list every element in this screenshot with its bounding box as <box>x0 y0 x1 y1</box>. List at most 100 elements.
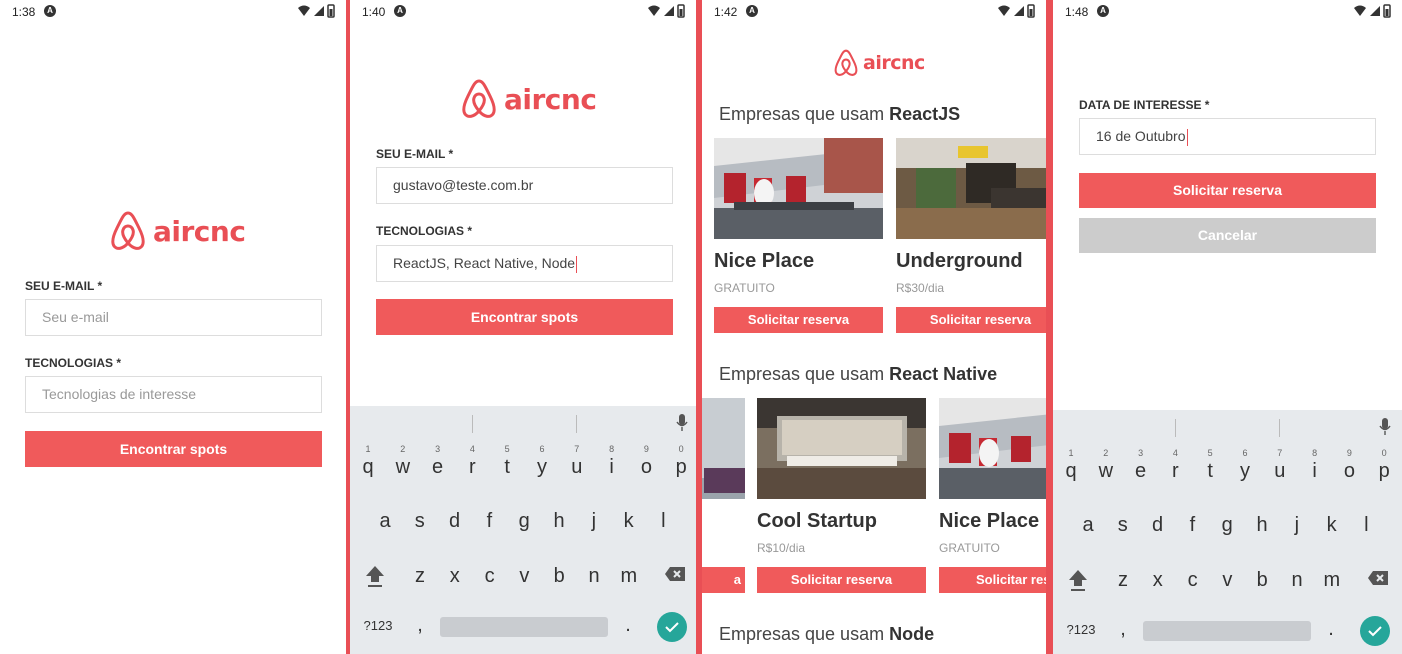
key-d[interactable]: d <box>443 510 467 533</box>
spot-thumbnail <box>896 138 1046 239</box>
key-p[interactable]: p0 <box>1372 448 1396 483</box>
comma-key[interactable]: , <box>1111 618 1135 641</box>
key-r[interactable]: r4 <box>460 444 484 479</box>
key-n[interactable]: n <box>1285 569 1309 592</box>
key-a[interactable]: a <box>373 510 397 533</box>
email-field[interactable]: Seu e-mail <box>25 299 322 336</box>
key-label: v <box>1222 569 1233 591</box>
key-a[interactable]: a <box>1076 514 1100 537</box>
key-e[interactable]: e3 <box>1129 448 1153 483</box>
key-n[interactable]: n <box>582 565 606 588</box>
backspace-icon[interactable] <box>1367 570 1389 586</box>
key-c[interactable]: c <box>1181 569 1205 592</box>
spot-card: Underground R$30/dia Solicitar reserva <box>896 138 1046 333</box>
app-notification-icon: A <box>746 5 758 17</box>
key-x[interactable]: x <box>1146 569 1170 592</box>
period-key[interactable]: . <box>616 614 640 637</box>
key-q[interactable]: q1 <box>1059 448 1083 483</box>
key-l[interactable]: l <box>1354 514 1378 537</box>
key-label: f <box>486 510 493 532</box>
key-label: e <box>1135 460 1147 482</box>
microphone-icon[interactable] <box>676 414 688 432</box>
shift-icon[interactable] <box>364 564 386 588</box>
key-k[interactable]: k <box>617 510 641 533</box>
tech-field[interactable]: Tecnologias de interesse <box>25 376 322 413</box>
shift-icon[interactable] <box>1067 568 1089 592</box>
key-x[interactable]: x <box>443 565 467 588</box>
screen-login-empty: 1:38 A aircnc SEU E-MAIL * Seu e-mail TE… <box>0 0 346 654</box>
key-hint: 0 <box>1381 448 1387 458</box>
microphone-icon[interactable] <box>1379 418 1391 436</box>
email-field[interactable]: gustavo@teste.com.br <box>376 167 673 204</box>
key-o[interactable]: o9 <box>1337 448 1361 483</box>
key-q[interactable]: q1 <box>356 444 380 479</box>
key-f[interactable]: f <box>477 510 501 533</box>
key-s[interactable]: s <box>408 510 432 533</box>
key-t[interactable]: t5 <box>495 444 519 479</box>
symbols-key[interactable]: ?123 <box>1065 622 1097 637</box>
key-u[interactable]: u7 <box>1268 448 1292 483</box>
request-booking-button[interactable]: Solicitar res <box>939 567 1046 593</box>
spot-thumbnail <box>939 398 1046 499</box>
spot-thumbnail <box>714 138 883 239</box>
key-p[interactable]: p0 <box>669 444 693 479</box>
key-i[interactable]: i8 <box>600 444 624 479</box>
key-s[interactable]: s <box>1111 514 1135 537</box>
cancel-button[interactable]: Cancelar <box>1079 218 1376 253</box>
section-title-reactjs: Empresas que usam ReactJS <box>719 104 960 125</box>
key-w[interactable]: w2 <box>1094 448 1118 483</box>
key-z[interactable]: z <box>408 565 432 588</box>
key-v[interactable]: v <box>1215 569 1239 592</box>
key-v[interactable]: v <box>512 565 536 588</box>
key-m[interactable]: m <box>1320 569 1344 592</box>
key-j[interactable]: j <box>1285 514 1309 537</box>
symbols-key[interactable]: ?123 <box>362 618 394 633</box>
space-bar[interactable] <box>1143 621 1311 641</box>
key-label: r <box>469 456 476 478</box>
key-b[interactable]: b <box>547 565 571 588</box>
status-time: 1:48 <box>1065 5 1089 19</box>
key-g[interactable]: g <box>1215 514 1239 537</box>
key-f[interactable]: f <box>1180 514 1204 537</box>
request-booking-button[interactable]: Solicitar reserva <box>1079 173 1376 208</box>
key-w[interactable]: w2 <box>391 444 415 479</box>
key-label: f <box>1189 514 1196 536</box>
email-label: SEU E-MAIL * <box>25 279 103 293</box>
date-field-value: 16 de Outubro <box>1096 128 1186 144</box>
key-r[interactable]: r4 <box>1163 448 1187 483</box>
key-c[interactable]: c <box>478 565 502 588</box>
key-e[interactable]: e3 <box>426 444 450 479</box>
find-spots-button[interactable]: Encontrar spots <box>25 431 322 467</box>
period-key[interactable]: . <box>1319 618 1343 641</box>
key-y[interactable]: y6 <box>530 444 554 479</box>
backspace-icon[interactable] <box>664 566 686 582</box>
key-label: h <box>553 510 565 532</box>
key-o[interactable]: o9 <box>634 444 658 479</box>
request-booking-button[interactable]: Solicitar reserva <box>714 307 883 333</box>
key-label: x <box>449 565 460 587</box>
enter-key[interactable] <box>657 612 687 642</box>
key-z[interactable]: z <box>1111 569 1135 592</box>
tech-field[interactable]: ReactJS, React Native, Node <box>376 245 673 282</box>
key-d[interactable]: d <box>1146 514 1170 537</box>
key-b[interactable]: b <box>1250 569 1274 592</box>
space-bar[interactable] <box>440 617 608 637</box>
key-t[interactable]: t5 <box>1198 448 1222 483</box>
request-booking-button[interactable]: Solicitar reserva <box>757 567 926 593</box>
key-h[interactable]: h <box>547 510 571 533</box>
key-u[interactable]: u7 <box>565 444 589 479</box>
key-m[interactable]: m <box>617 565 641 588</box>
date-field[interactable]: 16 de Outubro <box>1079 118 1376 155</box>
request-booking-button[interactable]: a <box>702 567 745 593</box>
key-k[interactable]: k <box>1320 514 1344 537</box>
key-y[interactable]: y6 <box>1233 448 1257 483</box>
request-booking-button[interactable]: Solicitar reserva <box>896 307 1046 333</box>
key-l[interactable]: l <box>651 510 675 533</box>
key-h[interactable]: h <box>1250 514 1274 537</box>
key-g[interactable]: g <box>512 510 536 533</box>
find-spots-button[interactable]: Encontrar spots <box>376 299 673 335</box>
key-i[interactable]: i8 <box>1303 448 1327 483</box>
key-j[interactable]: j <box>582 510 606 533</box>
enter-key[interactable] <box>1360 616 1390 646</box>
comma-key[interactable]: , <box>408 614 432 637</box>
